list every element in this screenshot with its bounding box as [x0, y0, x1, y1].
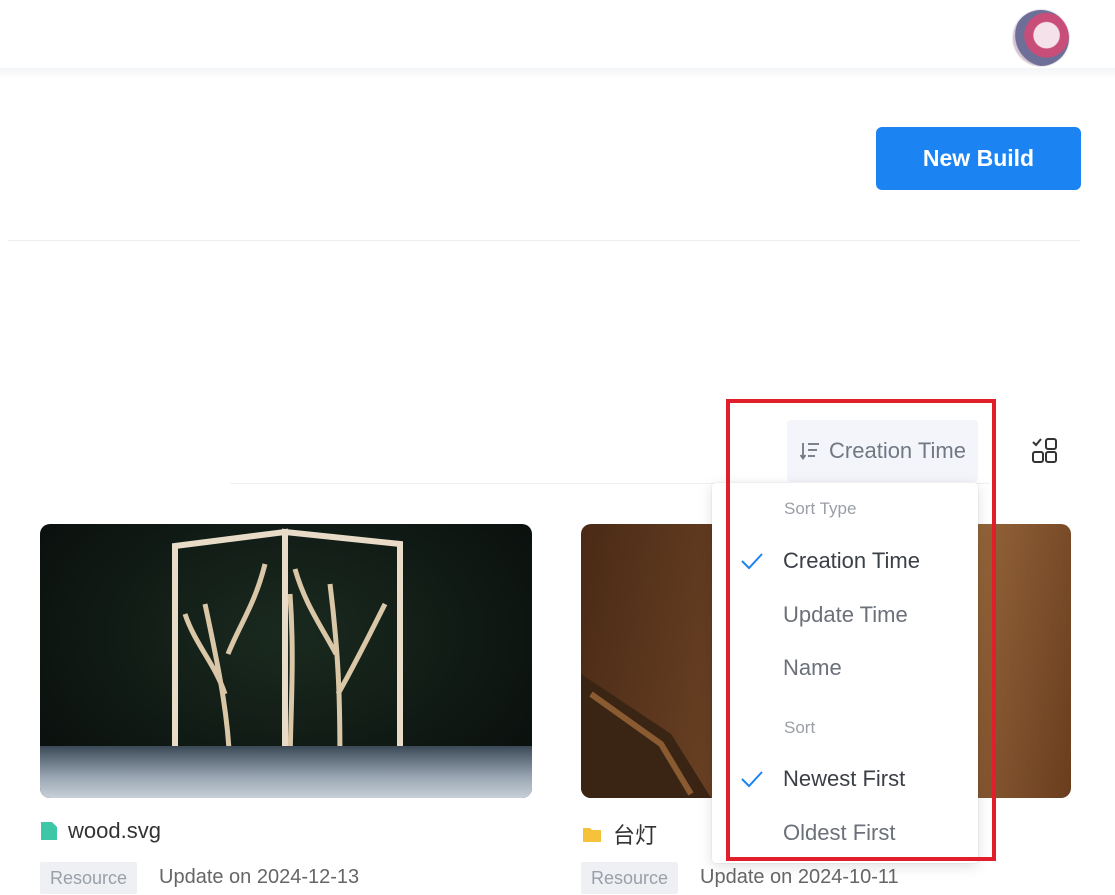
menu-item-label: Newest First [783, 766, 906, 791]
sort-dropdown-trigger[interactable]: Creation Time [787, 420, 978, 482]
multi-select-icon[interactable] [1031, 437, 1059, 465]
sort-option-oldest-first[interactable]: Oldest First [712, 811, 978, 855]
header-separator [0, 68, 1115, 78]
folder-icon [583, 828, 601, 842]
sort-option-creation-time[interactable]: Creation Time [712, 539, 978, 583]
check-icon [741, 553, 763, 570]
sort-trigger-label: Creation Time [829, 438, 966, 463]
sort-option-newest-first[interactable]: Newest First [712, 757, 978, 801]
sort-option-update-time[interactable]: Update Time [712, 593, 978, 637]
avatar[interactable] [1013, 10, 1069, 66]
sort-dropdown-menu: Sort Type Creation Time Update Time Name… [712, 483, 978, 863]
sort-option-name[interactable]: Name [712, 646, 978, 690]
sort-icon [799, 443, 820, 461]
menu-item-label: Creation Time [783, 548, 920, 573]
card-title-row[interactable]: wood.svg [40, 818, 161, 844]
sort-order-group-label: Sort [784, 718, 816, 737]
card-title-row[interactable]: 台灯 [581, 818, 657, 850]
card-title: wood.svg [68, 818, 161, 843]
section-divider [8, 240, 1080, 241]
check-icon [741, 771, 763, 788]
menu-item-label: Name [783, 655, 842, 680]
card-tag: Resource [581, 862, 679, 894]
card-updated-date: Update on 2024-10-11 [700, 866, 899, 888]
sort-type-group-label: Sort Type [784, 499, 857, 518]
menu-item-label: Oldest First [783, 820, 896, 845]
new-build-button[interactable]: New Build [876, 127, 1081, 190]
card-floor [40, 746, 532, 798]
build-card-thumbnail[interactable] [40, 524, 532, 798]
file-icon [41, 822, 57, 840]
card-title: 台灯 [613, 823, 658, 848]
card-tag: Resource [40, 862, 138, 894]
menu-item-label: Update Time [783, 602, 908, 627]
card-updated-date: Update on 2024-12-13 [159, 866, 360, 888]
